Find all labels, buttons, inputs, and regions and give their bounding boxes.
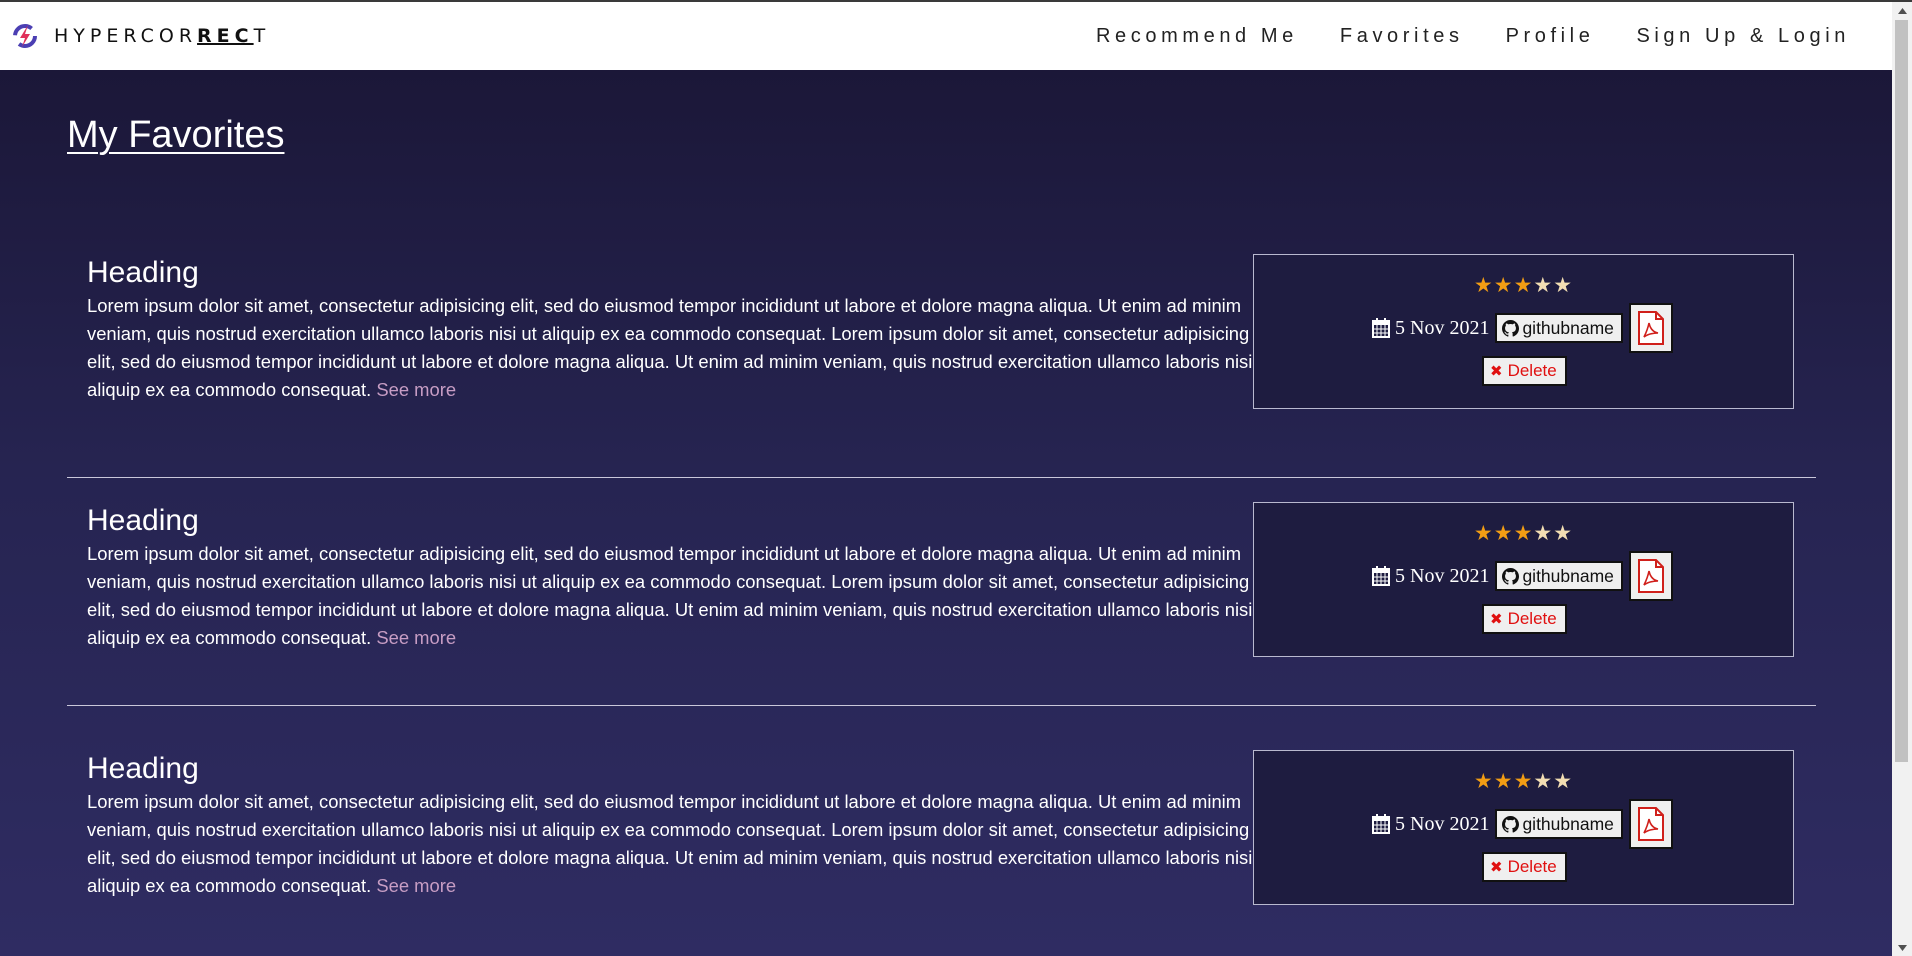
github-button[interactable]: githubname: [1495, 313, 1623, 343]
delete-button[interactable]: ✖ Delete: [1482, 356, 1567, 386]
card-date: 5 Nov 2021: [1395, 812, 1490, 835]
page-title: My Favorites: [67, 114, 285, 156]
nav-links: Recommend Me Favorites Profile Sign Up &…: [1054, 25, 1850, 48]
nav-recommend-me[interactable]: Recommend Me: [1096, 25, 1298, 48]
delete-label: Delete: [1507, 361, 1557, 380]
meta-row: 5 Nov 2021 githubname: [1372, 799, 1673, 849]
navbar: HYPERCORRECT Recommend Me Favorites Prof…: [0, 2, 1892, 70]
card-text: Heading Lorem ipsum dolor sit amet, cons…: [87, 256, 1282, 404]
github-icon: [1502, 319, 1520, 337]
x-icon: ✖: [1490, 858, 1503, 876]
star-icon[interactable]: ★: [1494, 273, 1514, 298]
brand[interactable]: HYPERCORRECT: [12, 23, 270, 49]
star-icon[interactable]: ★: [1514, 273, 1534, 298]
card-meta-box: ★★★★★ 5 Nov 2021 githubname ✖ Delete: [1253, 750, 1794, 905]
nav-favorites[interactable]: Favorites: [1340, 25, 1464, 48]
nav-profile[interactable]: Profile: [1506, 25, 1595, 48]
see-more-link[interactable]: See more: [376, 875, 456, 896]
delete-label: Delete: [1507, 857, 1557, 876]
delete-button[interactable]: ✖ Delete: [1482, 604, 1567, 634]
card-date: 5 Nov 2021: [1395, 316, 1490, 339]
star-icon[interactable]: ★: [1533, 273, 1553, 298]
pdf-file-icon: [1637, 311, 1664, 345]
pdf-button[interactable]: [1628, 303, 1673, 353]
pdf-button[interactable]: [1628, 799, 1673, 849]
calendar-icon: [1372, 318, 1390, 338]
delete-label: Delete: [1507, 609, 1557, 628]
pdf-file-icon: [1637, 807, 1664, 841]
star-icon[interactable]: ★: [1474, 769, 1494, 794]
vertical-scrollbar[interactable]: [1892, 2, 1912, 956]
calendar-icon: [1372, 566, 1390, 586]
star-rating[interactable]: ★★★★★: [1254, 273, 1793, 298]
x-icon: ✖: [1490, 610, 1503, 628]
github-username: githubname: [1522, 317, 1614, 338]
star-icon[interactable]: ★: [1553, 273, 1573, 298]
nav-signup-login[interactable]: Sign Up & Login: [1636, 25, 1850, 48]
github-username: githubname: [1522, 813, 1614, 834]
star-icon[interactable]: ★: [1494, 521, 1514, 546]
card-divider: [67, 477, 1816, 478]
see-more-link[interactable]: See more: [376, 627, 456, 648]
pdf-file-icon: [1637, 559, 1664, 593]
card-description: Lorem ipsum dolor sit amet, consectetur …: [87, 540, 1282, 652]
main-content: My Favorites Heading Lorem ipsum dolor s…: [0, 70, 1892, 956]
github-username: githubname: [1522, 565, 1614, 586]
card-body-text: Lorem ipsum dolor sit amet, consectetur …: [87, 295, 1273, 400]
card-meta-box: ★★★★★ 5 Nov 2021 githubname ✖ Delete: [1253, 254, 1794, 409]
star-icon[interactable]: ★: [1514, 769, 1534, 794]
github-button[interactable]: githubname: [1495, 561, 1623, 591]
calendar-icon: [1372, 814, 1390, 834]
card-text: Heading Lorem ipsum dolor sit amet, cons…: [87, 504, 1282, 652]
star-icon[interactable]: ★: [1533, 769, 1553, 794]
star-icon[interactable]: ★: [1474, 273, 1494, 298]
star-icon[interactable]: ★: [1533, 521, 1553, 546]
star-icon[interactable]: ★: [1514, 521, 1534, 546]
scroll-up-arrow-icon[interactable]: [1892, 2, 1912, 19]
card-text: Heading Lorem ipsum dolor sit amet, cons…: [87, 752, 1282, 900]
card-date: 5 Nov 2021: [1395, 564, 1490, 587]
meta-row: 5 Nov 2021 githubname: [1372, 551, 1673, 601]
brand-name-bold: REC: [197, 25, 254, 47]
brand-name-end: T: [253, 25, 271, 47]
github-button[interactable]: githubname: [1495, 809, 1623, 839]
card-description: Lorem ipsum dolor sit amet, consectetur …: [87, 788, 1282, 900]
brand-name-start: HYPERCOR: [54, 25, 198, 47]
x-icon: ✖: [1490, 362, 1503, 380]
card-body-text: Lorem ipsum dolor sit amet, consectetur …: [87, 543, 1273, 648]
star-rating[interactable]: ★★★★★: [1254, 769, 1793, 794]
card-heading: Heading: [87, 504, 199, 537]
star-icon[interactable]: ★: [1553, 769, 1573, 794]
card-heading: Heading: [87, 256, 199, 289]
see-more-link[interactable]: See more: [376, 379, 456, 400]
scroll-down-arrow-icon[interactable]: [1892, 939, 1912, 956]
star-icon[interactable]: ★: [1553, 521, 1573, 546]
brand-name: HYPERCORRECT: [54, 25, 270, 47]
card-description: Lorem ipsum dolor sit amet, consectetur …: [87, 292, 1282, 404]
github-icon: [1502, 567, 1520, 585]
star-icon[interactable]: ★: [1474, 521, 1494, 546]
card-divider: [67, 705, 1816, 706]
scrollbar-thumb[interactable]: [1895, 20, 1908, 762]
card-body-text: Lorem ipsum dolor sit amet, consectetur …: [87, 791, 1273, 896]
star-icon[interactable]: ★: [1494, 769, 1514, 794]
card-heading: Heading: [87, 752, 199, 785]
hypercorrect-logo-icon: [13, 24, 37, 48]
card-meta-box: ★★★★★ 5 Nov 2021 githubname ✖ Delete: [1253, 502, 1794, 657]
delete-button[interactable]: ✖ Delete: [1482, 852, 1567, 882]
github-icon: [1502, 815, 1520, 833]
pdf-button[interactable]: [1628, 551, 1673, 601]
star-rating[interactable]: ★★★★★: [1254, 521, 1793, 546]
meta-row: 5 Nov 2021 githubname: [1372, 303, 1673, 353]
